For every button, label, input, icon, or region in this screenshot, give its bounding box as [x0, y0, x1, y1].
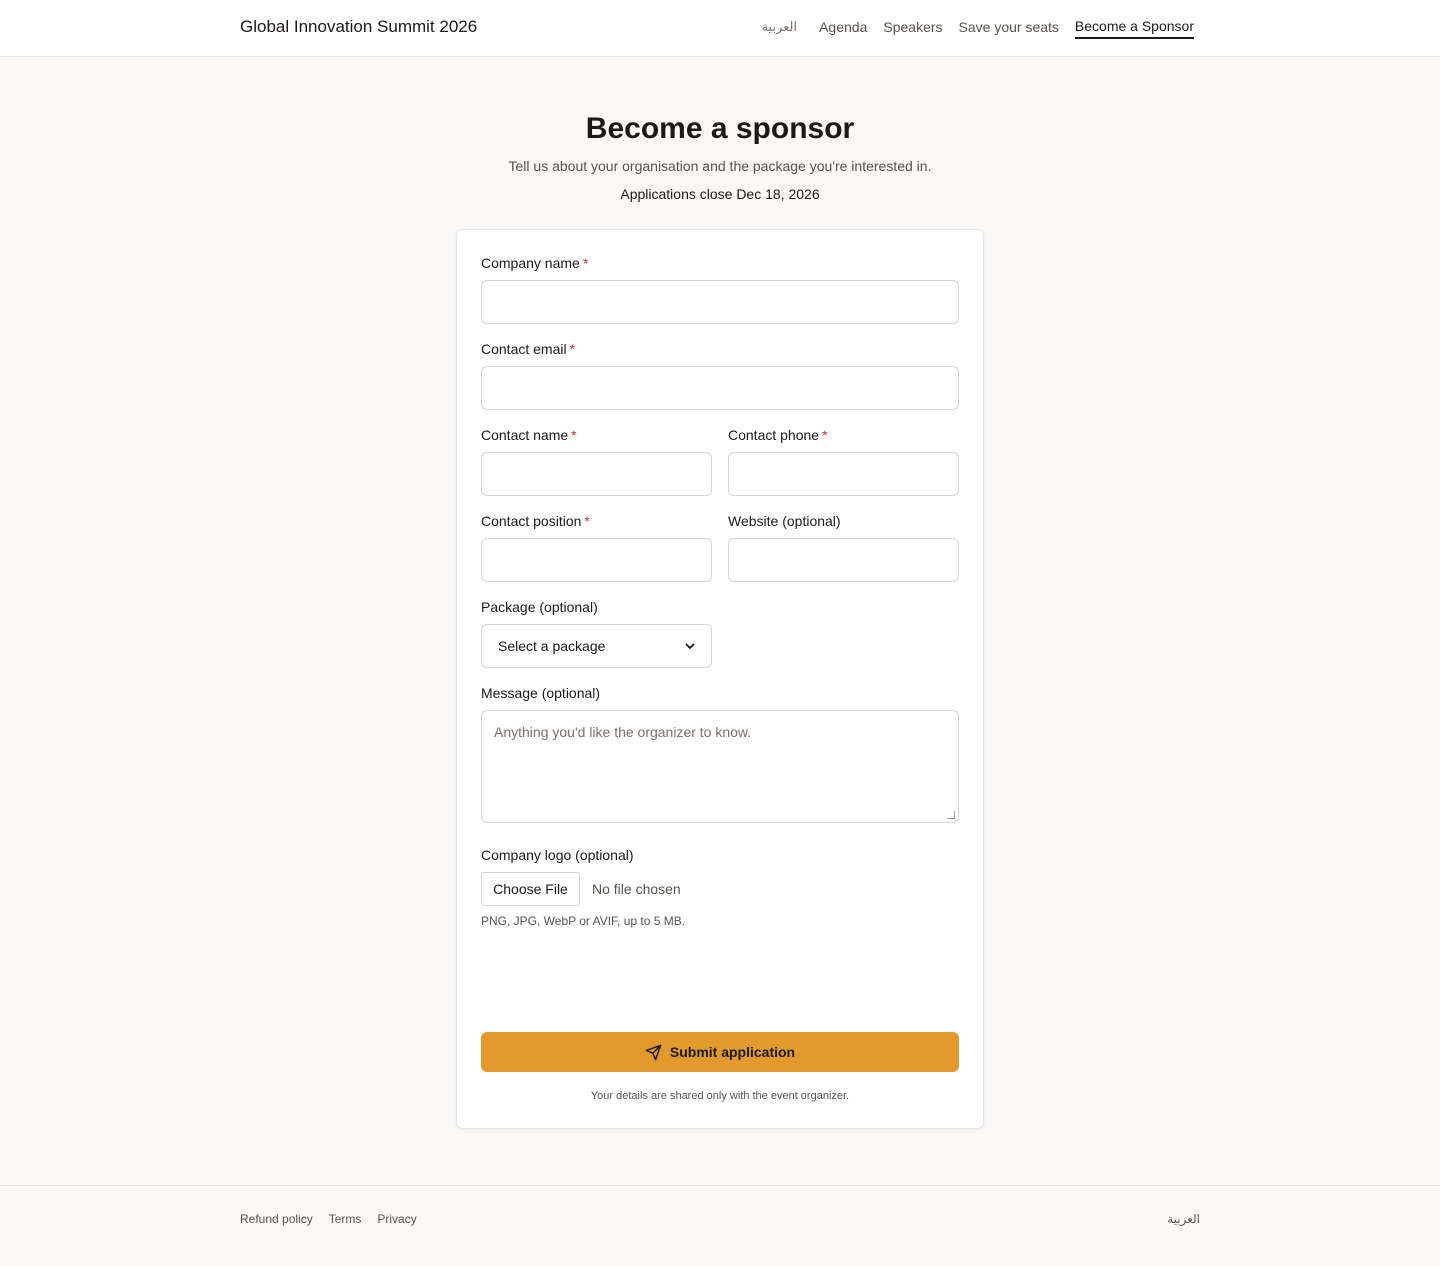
application-deadline: Applications close Dec 18, 2026 [620, 186, 820, 202]
required-marker: * [822, 427, 828, 443]
send-icon [645, 1044, 662, 1061]
logo-label: Company logo (optional) [481, 847, 634, 863]
required-marker: * [571, 427, 577, 443]
message-textarea[interactable]: Anything you'd like the organizer to kno… [481, 710, 959, 823]
submit-label: Submit application [669, 1044, 796, 1060]
file-hint: PNG, JPG, WebP or AVIF, up to 5 MB. [481, 914, 686, 928]
contact-email-label: Contact email * [481, 341, 575, 357]
required-marker: * [584, 513, 590, 529]
package-label: Package (optional) [481, 599, 598, 615]
company-name-label: Company name * [481, 255, 588, 271]
contact-name-label: Contact name * [481, 427, 577, 443]
nav-agenda[interactable]: Agenda [819, 19, 867, 38]
resize-handle-icon[interactable] [947, 811, 955, 819]
required-marker: * [569, 341, 576, 357]
contact-name-label-text: Contact name [481, 427, 569, 443]
privacy-note: Your details are shared only with the ev… [590, 1090, 850, 1102]
main-nav: العربية Agenda Speakers Save your seats … [762, 18, 1194, 39]
contact-email-input[interactable] [481, 366, 959, 410]
site-footer: Refund policy Terms Privacy العربية [0, 1185, 1440, 1266]
page-subtitle: Tell us about your organisation and the … [508, 158, 932, 174]
chevron-down-icon [685, 642, 695, 650]
nav-language-switch[interactable]: العربية [762, 19, 798, 38]
website-label: Website (optional) [728, 513, 841, 529]
choose-file-button[interactable]: Choose File [481, 872, 580, 906]
company-name-label-text: Company name [481, 255, 580, 271]
footer-privacy-link[interactable]: Privacy [377, 1212, 416, 1226]
site-header: Global Innovation Summit 2026 العربية Ag… [0, 0, 1440, 57]
submit-application-button[interactable]: Submit application [481, 1032, 959, 1072]
nav-speakers[interactable]: Speakers [883, 19, 942, 38]
message-label: Message (optional) [481, 685, 601, 701]
package-select[interactable]: Select a package [481, 624, 712, 668]
page-title: Become a sponsor [585, 112, 855, 145]
footer-terms-link[interactable]: Terms [329, 1212, 362, 1226]
company-name-input[interactable] [481, 280, 959, 324]
sponsor-form: Company name * Contact email * Contact nam… [456, 229, 984, 1129]
footer-language-switch[interactable]: العربية [1167, 1212, 1200, 1226]
required-marker: * [582, 255, 589, 271]
contact-position-label-text: Contact position [481, 513, 582, 529]
footer-links: Refund policy Terms Privacy [240, 1212, 417, 1226]
contact-position-label: Contact position * [481, 513, 590, 529]
contact-position-input[interactable] [481, 538, 712, 582]
contact-phone-label: Contact phone * [728, 427, 828, 443]
contact-phone-label-text: Contact phone [728, 427, 820, 443]
contact-email-label-text: Contact email [481, 341, 567, 357]
contact-name-input[interactable] [481, 452, 712, 496]
message-placeholder: Anything you'd like the organizer to kno… [494, 724, 752, 740]
package-selected-value: Select a package [498, 638, 606, 654]
footer-refund-link[interactable]: Refund policy [240, 1212, 313, 1226]
nav-become-sponsor[interactable]: Become a Sponsor [1074, 18, 1194, 39]
file-status: No file chosen [592, 881, 681, 897]
site-brand[interactable]: Global Innovation Summit 2026 [240, 17, 477, 37]
website-input[interactable] [728, 538, 959, 582]
contact-phone-input[interactable] [728, 452, 959, 496]
nav-save-seats[interactable]: Save your seats [959, 19, 1059, 38]
